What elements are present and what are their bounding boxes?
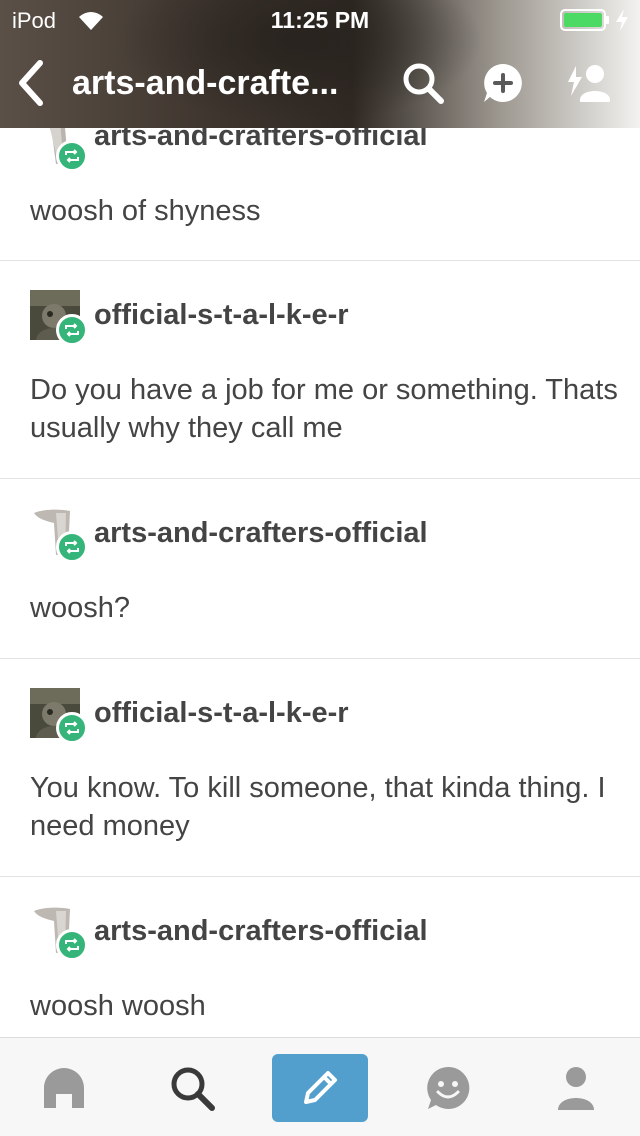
tab-home[interactable] xyxy=(16,1038,112,1136)
message-text: Do you have a job for me or something. T… xyxy=(30,374,618,444)
charging-bolt-icon xyxy=(616,9,628,31)
reblog-icon xyxy=(65,540,79,554)
reblog-badge xyxy=(56,929,88,961)
message-username[interactable]: official-s-t-a-l-k-e-r xyxy=(94,299,349,332)
battery-icon xyxy=(560,9,609,31)
avatar[interactable] xyxy=(30,507,88,563)
message-username[interactable]: official-s-t-a-l-k-e-r xyxy=(94,697,349,730)
tab-search[interactable] xyxy=(144,1038,240,1136)
home-icon xyxy=(44,1068,84,1108)
avatar[interactable] xyxy=(30,290,88,346)
reblog-icon xyxy=(65,149,79,163)
account-person-icon xyxy=(558,1067,594,1110)
tab-compose[interactable] xyxy=(272,1054,368,1122)
message-username[interactable]: arts-and-crafters-official xyxy=(94,517,428,550)
reblog-badge xyxy=(56,531,88,563)
activity-smiley-icon xyxy=(427,1066,470,1109)
reblog-icon xyxy=(65,938,79,952)
status-time: 11:25 PM xyxy=(270,7,370,33)
header: iPod 11:25 PM arts-and-crafte... xyxy=(0,0,640,128)
tab-bar xyxy=(0,1037,640,1136)
reblog-badge xyxy=(56,140,88,172)
add-comment-icon[interactable] xyxy=(480,60,526,106)
chat-screen: iPod 11:25 PM arts-and-crafte... arts-an… xyxy=(0,0,640,1136)
message-text: woosh of shyness xyxy=(30,195,261,227)
tab-activity[interactable] xyxy=(400,1038,496,1136)
nav-bar: arts-and-crafte... xyxy=(0,40,640,128)
search-icon xyxy=(171,1067,215,1111)
message-text: You know. To kill someone, that kinda th… xyxy=(30,772,606,842)
reblog-icon xyxy=(65,323,79,337)
message-text: woosh? xyxy=(30,592,130,624)
avatar[interactable] xyxy=(30,688,88,744)
status-bar: iPod 11:25 PM xyxy=(0,0,640,40)
back-chevron-icon[interactable] xyxy=(12,58,52,108)
add-participant-icon[interactable] xyxy=(562,60,612,106)
message-item: arts-and-crafters-official woosh? xyxy=(0,479,640,659)
message-text: woosh woosh xyxy=(30,990,206,1022)
message-username[interactable]: arts-and-crafters-official xyxy=(94,915,428,948)
message-item: official-s-t-a-l-k-e-r Do you have a job… xyxy=(0,261,640,479)
message-item: arts-and-crafters-official woosh woosh xyxy=(0,877,640,1037)
message-item: official-s-t-a-l-k-e-r You know. To kill… xyxy=(0,659,640,877)
reblog-badge xyxy=(56,712,88,744)
tab-account[interactable] xyxy=(528,1038,624,1136)
compose-pencil-icon xyxy=(304,1071,337,1104)
conversation-title[interactable]: arts-and-crafte... xyxy=(72,64,372,103)
avatar[interactable] xyxy=(30,905,88,961)
reblog-badge xyxy=(56,314,88,346)
search-icon[interactable] xyxy=(400,60,446,106)
reblog-icon xyxy=(65,721,79,735)
